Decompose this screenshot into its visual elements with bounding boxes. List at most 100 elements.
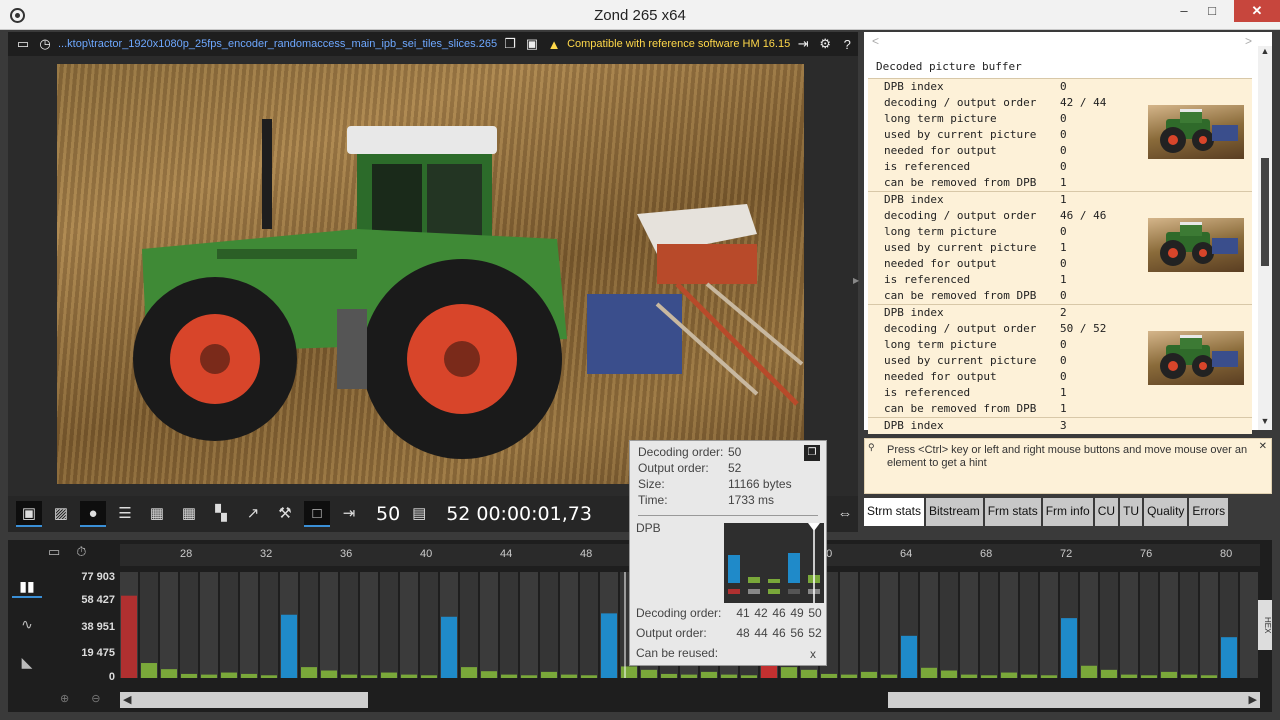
frame-bar[interactable] bbox=[741, 675, 757, 678]
frame-bar[interactable] bbox=[401, 674, 417, 678]
timeline-scroll-thumb[interactable] bbox=[368, 692, 888, 708]
grid-icon[interactable]: ▦ bbox=[144, 501, 170, 527]
frame-bar[interactable] bbox=[1221, 637, 1237, 678]
frame-bar[interactable] bbox=[481, 671, 497, 678]
frame-bar[interactable] bbox=[321, 670, 337, 678]
frame-bar[interactable] bbox=[1081, 665, 1097, 678]
clock-icon[interactable]: ◷ bbox=[36, 36, 54, 52]
scroll-thumb[interactable] bbox=[1261, 158, 1269, 266]
scroll-up-icon[interactable]: ▲ bbox=[1258, 46, 1272, 60]
zoom-out-icon[interactable]: ⊖ bbox=[91, 692, 100, 705]
blocks-icon[interactable]: ▚ bbox=[208, 501, 234, 527]
frame-bar[interactable] bbox=[1061, 618, 1077, 678]
frame-bar[interactable] bbox=[601, 613, 617, 678]
frame-bar[interactable] bbox=[1141, 675, 1157, 678]
frame-bar[interactable] bbox=[161, 669, 177, 678]
frame-bar[interactable] bbox=[661, 673, 677, 678]
frame-bar[interactable] bbox=[381, 672, 397, 678]
tab-frm-stats[interactable]: Frm stats bbox=[984, 498, 1041, 526]
frame-bar[interactable] bbox=[461, 667, 477, 678]
fit-frame-icon[interactable]: □ bbox=[304, 501, 330, 527]
file-info-icon[interactable]: ▣ bbox=[523, 36, 541, 52]
frame-bar[interactable] bbox=[821, 673, 837, 678]
dpb-entry[interactable]: DPB index 2 decoding / output order 50 / 52… bbox=[868, 304, 1252, 417]
frame-bar[interactable] bbox=[521, 675, 537, 678]
copy-icon[interactable]: ❐ bbox=[804, 445, 820, 461]
frame-bar[interactable] bbox=[701, 671, 717, 678]
fit-width-icon[interactable]: ⇥ bbox=[336, 501, 362, 527]
frame-bar[interactable] bbox=[241, 673, 257, 678]
timeline-scrollbar[interactable]: ◀ ▶ bbox=[120, 692, 1260, 708]
frame-bar[interactable] bbox=[901, 635, 917, 678]
tab-cu[interactable]: CU bbox=[1094, 498, 1119, 526]
video-viewport[interactable] bbox=[8, 56, 858, 496]
dpb-scrollbar[interactable]: ▲ ▼ bbox=[1258, 46, 1272, 430]
frame-bar[interactable] bbox=[561, 674, 577, 678]
hint-close-icon[interactable]: ✕ bbox=[1259, 441, 1267, 452]
frame-bar[interactable] bbox=[201, 674, 217, 678]
frame-bar[interactable] bbox=[641, 669, 657, 678]
image-icon[interactable]: ▨ bbox=[48, 501, 74, 527]
picture-mode-icon[interactable]: ▣ bbox=[16, 501, 42, 527]
frame-bar[interactable] bbox=[261, 675, 277, 678]
frame-bar[interactable] bbox=[981, 675, 997, 678]
frame-bar[interactable] bbox=[841, 674, 857, 678]
video-frame[interactable] bbox=[57, 64, 804, 484]
gear-icon[interactable]: ⚙ bbox=[816, 36, 834, 52]
frame-bar[interactable] bbox=[221, 672, 237, 678]
frame-bar[interactable] bbox=[621, 666, 637, 678]
frame-bar[interactable] bbox=[421, 675, 437, 678]
frame-bar[interactable] bbox=[941, 670, 957, 678]
motion-vector-icon[interactable]: ↗ bbox=[240, 501, 266, 527]
zoom-in-icon[interactable]: ⊕ bbox=[60, 692, 69, 705]
frame-bar[interactable] bbox=[341, 674, 357, 678]
hex-tab[interactable]: HEX bbox=[1258, 600, 1272, 650]
scroll-down-icon[interactable]: ▼ bbox=[1258, 416, 1272, 430]
scroll-left-icon[interactable]: ◀ bbox=[123, 693, 131, 706]
pin-icon[interactable]: ⚲ bbox=[868, 442, 875, 453]
area-chart-icon[interactable]: ◣ bbox=[12, 650, 42, 674]
frame-bar[interactable] bbox=[301, 667, 317, 678]
frame-bar[interactable] bbox=[1041, 675, 1057, 678]
nav-forward-icon[interactable]: > bbox=[1245, 34, 1252, 48]
dpb-entry[interactable]: DPB index 1 decoding / output order 46 / 46… bbox=[868, 191, 1252, 304]
dpb-entry[interactable]: DPB index 0 decoding / output order 42 / 44… bbox=[868, 78, 1252, 191]
frame-bar[interactable] bbox=[781, 667, 797, 678]
frame-bar[interactable] bbox=[361, 675, 377, 678]
nav-back-icon[interactable]: < bbox=[872, 34, 879, 48]
frame-bar[interactable] bbox=[1161, 671, 1177, 678]
splitter-arrow-icon[interactable]: ▶ bbox=[853, 276, 859, 285]
frame-bar[interactable] bbox=[1201, 675, 1217, 678]
export-icon[interactable]: ⇥ bbox=[794, 36, 812, 52]
line-chart-icon[interactable]: ∿ bbox=[12, 612, 42, 636]
dpb-thumbnail[interactable] bbox=[1148, 331, 1244, 385]
expand-arrows-icon[interactable]: ⇔ bbox=[832, 501, 858, 527]
frame-bar[interactable] bbox=[1121, 674, 1137, 678]
frame-bar[interactable] bbox=[801, 669, 817, 678]
tab-errors[interactable]: Errors bbox=[1189, 498, 1229, 526]
frame-bar[interactable] bbox=[881, 674, 897, 678]
frame-bar[interactable] bbox=[581, 675, 597, 678]
filmstrip-icon[interactable]: ▭ bbox=[48, 544, 60, 560]
frame-bar[interactable] bbox=[861, 671, 877, 678]
dpb-entry[interactable]: DPB index 3 bbox=[868, 417, 1252, 434]
help-icon[interactable]: ? bbox=[838, 37, 856, 52]
frame-bar[interactable] bbox=[441, 616, 457, 678]
frame-bar[interactable] bbox=[681, 674, 697, 678]
frame-bar[interactable] bbox=[181, 673, 197, 678]
bar-chart-icon[interactable]: ▮▮ bbox=[12, 574, 42, 598]
dpb-thumbnail[interactable] bbox=[1148, 105, 1244, 159]
color-channels-icon[interactable]: ● bbox=[80, 501, 106, 527]
lines-icon[interactable]: ☰ bbox=[112, 501, 138, 527]
tab-tu[interactable]: TU bbox=[1120, 498, 1143, 526]
frame-bar[interactable] bbox=[541, 671, 557, 678]
tab-bitstream[interactable]: Bitstream bbox=[926, 498, 983, 526]
tab-frm-info[interactable]: Frm info bbox=[1042, 498, 1093, 526]
dpb-thumbnail[interactable] bbox=[1148, 218, 1244, 272]
scroll-right-icon[interactable]: ▶ bbox=[1249, 693, 1257, 706]
tools-icon[interactable]: ⚒ bbox=[272, 501, 298, 527]
file-path[interactable]: ...ktop\tractor_1920x1080p_25fps_encoder… bbox=[58, 38, 497, 50]
tab-strm-stats[interactable]: Strm stats bbox=[864, 498, 925, 526]
frame-bar[interactable] bbox=[1101, 669, 1117, 678]
copy-icon[interactable]: ❐ bbox=[501, 36, 519, 52]
